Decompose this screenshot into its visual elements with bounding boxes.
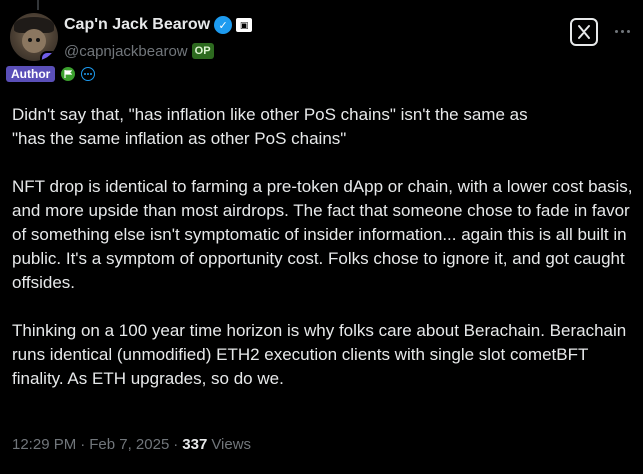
affiliate-badge-icon[interactable]: ▣: [236, 18, 253, 32]
views-count: 337: [182, 436, 208, 453]
more-horizontal-icon[interactable]: [610, 20, 634, 42]
name-row: Cap'n Jack Bearow ✓ ▣: [64, 14, 253, 36]
tweet-time[interactable]: 12:29 PM: [12, 436, 76, 453]
avatar-face: [22, 29, 46, 53]
views-label: Views: [211, 436, 252, 453]
meta-separator: ·: [80, 436, 86, 453]
handle[interactable]: @capnjackbearow: [64, 43, 188, 60]
badge-row: Author: [6, 66, 96, 82]
avatar-eye-left: [28, 38, 32, 42]
meta-separator: ·: [173, 436, 179, 453]
grok-icon[interactable]: [570, 18, 598, 46]
tweet-date[interactable]: Feb 7, 2025: [89, 436, 169, 453]
flag-icon[interactable]: [61, 67, 76, 81]
more-circle-icon[interactable]: [81, 67, 96, 81]
avatar-eye-right: [36, 38, 40, 42]
avatar[interactable]: [10, 13, 58, 61]
author-badge: Author: [6, 66, 56, 82]
tweet-header: Cap'n Jack Bearow ✓ ▣ @capnjackbearow OP…: [0, 0, 643, 90]
avatar-badge-icon: [40, 51, 58, 61]
tweet-paragraph: Didn't say that, "has inflation like oth…: [12, 105, 528, 148]
handle-row: @capnjackbearow OP: [64, 41, 214, 61]
verified-check-icon[interactable]: ✓: [214, 16, 233, 34]
tweet-paragraph: NFT drop is identical to farming a pre-t…: [12, 177, 633, 292]
tweet-paragraph: Thinking on a 100 year time horizon is w…: [12, 321, 627, 388]
op-badge: OP: [191, 43, 214, 59]
tweet-meta: 12:29 PM · Feb 7, 2025 · 337 Views: [12, 436, 251, 453]
display-name[interactable]: Cap'n Jack Bearow: [64, 16, 210, 34]
tweet-text: Didn't say that, "has inflation like oth…: [12, 103, 637, 415]
